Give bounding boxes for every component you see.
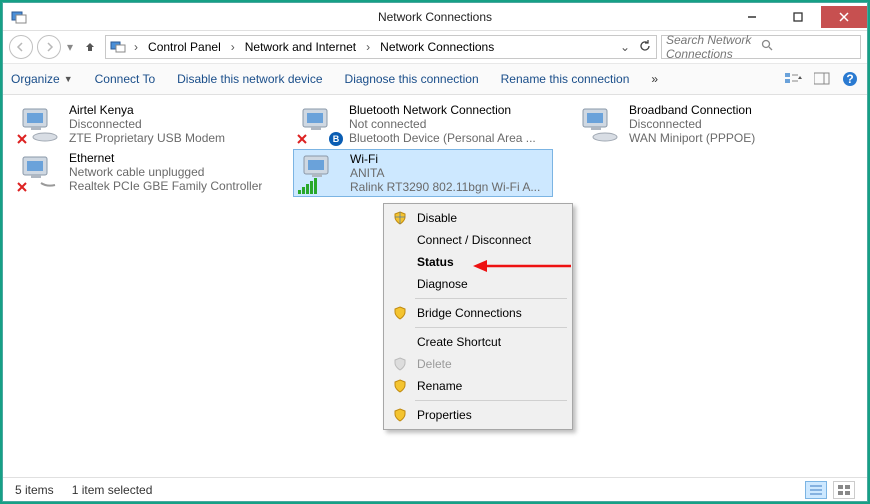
connection-status: ANITA [350,166,540,180]
network-connections-window: Network Connections ▾ › Control Panel › … [2,2,868,502]
ctx-connect-disconnect[interactable]: Connect / Disconnect [387,229,569,251]
help-button[interactable]: ? [841,71,859,87]
location-icon [110,38,126,57]
status-bar: 5 items 1 item selected [3,477,867,501]
menu-separator [415,298,567,299]
menu-separator [415,400,567,401]
ctx-properties[interactable]: Properties [387,404,569,426]
connection-name: Wi-Fi [350,152,540,166]
shield-icon [391,306,409,320]
app-icon [11,9,27,25]
connection-device: ZTE Proprietary USB Modem [69,131,225,145]
ctx-bridge[interactable]: Bridge Connections [387,302,569,324]
ctx-diagnose[interactable]: Diagnose [387,273,569,295]
connection-icon [577,103,621,145]
connection-device: Ralink RT3290 802.11bgn Wi-Fi A... [350,180,540,194]
connection-device: Realtek PCIe GBE Family Controller [69,179,262,193]
connection-item-broadband[interactable]: Broadband Connection Disconnected WAN Mi… [573,101,833,149]
disconnected-x-icon [15,180,29,194]
toolbar-overflow-button[interactable]: » [651,72,658,86]
maximize-button[interactable] [775,6,821,28]
ctx-status[interactable]: Status [387,251,569,273]
connection-device: Bluetooth Device (Personal Area ... [349,131,536,145]
breadcrumb-network-internet[interactable]: Network and Internet [243,40,358,54]
minimize-button[interactable] [729,6,775,28]
connection-icon [298,152,342,194]
refresh-icon[interactable] [638,39,652,56]
chevron-down-icon[interactable]: ⌄ [620,40,630,54]
breadcrumb[interactable]: › Control Panel › Network and Internet ›… [105,35,657,59]
preview-pane-button[interactable] [813,71,831,87]
shield-icon [391,211,409,225]
connection-icon: B [297,103,341,145]
ctx-disable[interactable]: Disable [387,207,569,229]
nav-back-button[interactable] [9,35,33,59]
close-button[interactable] [821,6,867,28]
connection-item-ethernet[interactable]: Ethernet Network cable unplugged Realtek… [13,149,273,197]
connection-icon [17,151,61,193]
large-icons-view-button[interactable] [833,481,855,499]
disconnected-x-icon [295,132,309,146]
shield-icon [391,408,409,422]
wifi-signal-icon [298,178,317,194]
item-count: 5 items [15,483,54,497]
connection-name: Bluetooth Network Connection [349,103,536,117]
chevron-right-icon[interactable]: › [130,40,142,54]
search-placeholder: Search Network Connections [666,33,761,61]
details-view-button[interactable] [805,481,827,499]
disconnected-x-icon [15,132,29,146]
titlebar: Network Connections [3,3,867,31]
chevron-right-icon[interactable]: › [362,40,374,54]
search-icon [761,39,856,55]
breadcrumb-control-panel[interactable]: Control Panel [146,40,223,54]
connection-name: Broadband Connection [629,103,755,117]
nav-forward-button[interactable] [37,35,61,59]
shield-icon [391,379,409,393]
connection-status: Disconnected [629,117,755,131]
disable-device-button[interactable]: Disable this network device [177,72,322,86]
svg-text:?: ? [846,72,853,86]
view-options-button[interactable] [785,71,803,87]
search-input[interactable]: Search Network Connections [661,35,861,59]
nav-up-button[interactable] [79,36,101,58]
breadcrumb-network-connections[interactable]: Network Connections [378,40,496,54]
ctx-create-shortcut[interactable]: Create Shortcut [387,331,569,353]
history-dropdown-icon[interactable]: ▾ [67,40,73,54]
diagnose-connection-button[interactable]: Diagnose this connection [345,72,479,86]
connection-status: Network cable unplugged [69,165,262,179]
organize-menu[interactable]: Organize ▼ [11,72,73,86]
connection-item-bluetooth[interactable]: B Bluetooth Network Connection Not conne… [293,101,553,149]
ctx-rename[interactable]: Rename [387,375,569,397]
toolbar: Organize ▼ Connect To Disable this netwo… [3,63,867,95]
address-bar: ▾ › Control Panel › Network and Internet… [3,31,867,63]
connection-status: Disconnected [69,117,225,131]
ctx-delete: Delete [387,353,569,375]
connection-item-airtel[interactable]: Airtel Kenya Disconnected ZTE Proprietar… [13,101,273,149]
chevron-right-icon[interactable]: › [227,40,239,54]
connection-name: Airtel Kenya [69,103,225,117]
bluetooth-icon: B [329,132,343,146]
connection-icon [17,103,61,145]
rename-connection-button[interactable]: Rename this connection [501,72,630,86]
connection-item-wifi[interactable]: Wi-Fi ANITA Ralink RT3290 802.11bgn Wi-F… [293,149,553,197]
shield-icon [391,357,409,371]
connect-to-button[interactable]: Connect To [95,72,156,86]
context-menu: Disable Connect / Disconnect Status Diag… [383,203,573,430]
connection-status: Not connected [349,117,536,131]
connection-name: Ethernet [69,151,262,165]
menu-separator [415,327,567,328]
selection-count: 1 item selected [72,483,153,497]
connection-device: WAN Miniport (PPPOE) [629,131,755,145]
